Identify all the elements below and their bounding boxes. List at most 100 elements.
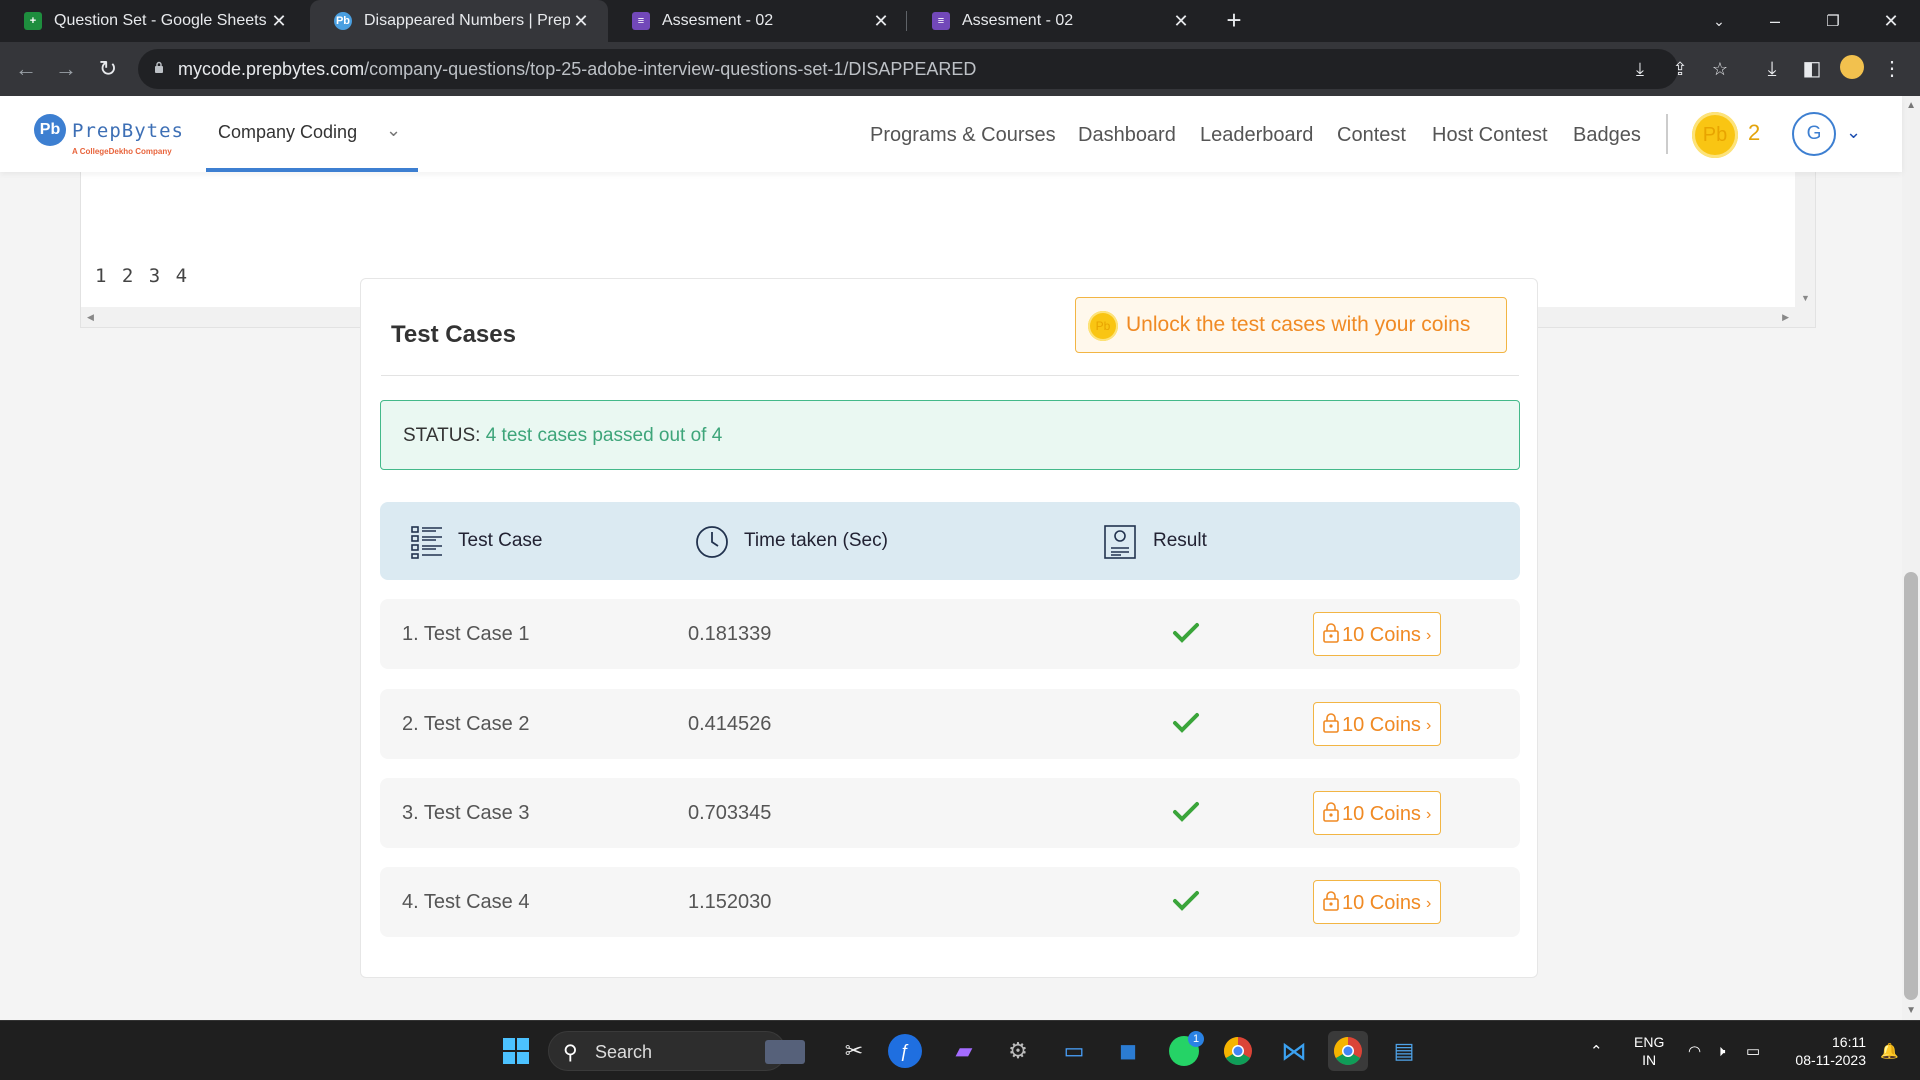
back-icon[interactable]: ← [12, 55, 40, 83]
vscode-icon[interactable]: ⋈ [1274, 1031, 1314, 1071]
scroll-up-icon[interactable]: ▲ [1906, 100, 1916, 111]
chevron-right-icon: › [1426, 717, 1432, 734]
wifi-icon[interactable]: ◠ [1688, 1021, 1701, 1080]
unlock-coins-button[interactable]: 10 Coins › [1313, 702, 1441, 746]
prepbytes-logo-icon[interactable]: Pb [34, 114, 66, 146]
test-case-name: 4. Test Case 4 [402, 891, 530, 913]
coin-icon[interactable]: Pb [1692, 112, 1738, 158]
tab-label: Disappeared Numbers | PrepBytes [364, 12, 570, 29]
window-close-icon[interactable]: ✕ [1868, 0, 1914, 42]
header-result: Result [1153, 530, 1207, 551]
show-hidden-icons-icon[interactable]: ⌃ [1590, 1021, 1603, 1080]
scrollbar-thumb[interactable] [1904, 572, 1918, 1000]
url-host: mycode.prepbytes.com [178, 59, 365, 79]
side-panel-icon[interactable]: ◧ [1798, 55, 1826, 83]
unlock-test-cases-button[interactable]: Pb Unlock the test cases with your coins [1075, 297, 1507, 353]
minimize-icon[interactable]: – [1752, 0, 1798, 42]
notification-bell-icon[interactable]: 🔔 [1880, 1021, 1899, 1080]
unlock-coins-button[interactable]: 10 Coins › [1313, 791, 1441, 835]
coins-label: 10 Coins [1342, 624, 1421, 646]
share-icon[interactable]: ⇪ [1670, 59, 1690, 79]
tab-question-set[interactable]: + Question Set - Google Sheets ✕ [0, 0, 306, 42]
install-app-icon[interactable]: ⤓ [1630, 59, 1650, 79]
coin-icon: Pb [1088, 311, 1118, 341]
tab-assesment-2[interactable]: ≡ Assesment - 02 ✕ [908, 0, 1208, 42]
close-icon[interactable]: ✕ [570, 11, 592, 32]
close-icon[interactable]: ✕ [870, 11, 892, 32]
battery-icon[interactable]: ▭ [1746, 1021, 1760, 1080]
snipping-tool-icon[interactable]: ✂ [834, 1031, 874, 1071]
unlock-coins-button[interactable]: 10 Coins › [1313, 880, 1441, 924]
header-time-taken: Time taken (Sec) [744, 530, 888, 551]
url-text: mycode.prepbytes.com/company-questions/t… [178, 59, 976, 80]
bookmark-star-icon[interactable]: ☆ [1710, 59, 1730, 79]
tab-label: Question Set - Google Sheets [54, 12, 267, 29]
reload-icon[interactable]: ↻ [94, 55, 122, 83]
clipchamp-icon[interactable]: ▰ [944, 1031, 984, 1071]
speaker-muted-icon[interactable]: 🕨 [1716, 1021, 1725, 1080]
chrome-icon[interactable] [1218, 1031, 1258, 1071]
search-icon: ⚲ [563, 1042, 578, 1064]
logo-text[interactable]: PrepBytes [72, 120, 184, 142]
company-coding-label: Company Coding [218, 122, 358, 142]
chevron-down-icon[interactable]: ⌄ [1846, 122, 1861, 143]
chrome-profile-icon[interactable] [1328, 1031, 1368, 1071]
nav-contest[interactable]: Contest [1337, 124, 1406, 147]
clock-date: 08-11-2023 [1795, 1052, 1866, 1068]
test-case-time: 0.703345 [688, 802, 772, 824]
tab-search-icon[interactable]: ⌄ [1696, 0, 1742, 42]
company-coding-dropdown[interactable]: Company Coding ⌄ [206, 96, 418, 172]
divider [381, 375, 1519, 376]
store-icon[interactable]: ◼ [1108, 1031, 1148, 1071]
whatsapp-icon[interactable]: 1 [1164, 1031, 1204, 1071]
output-text: 1 2 3 4 [95, 265, 190, 287]
tab-assesment-1[interactable]: ≡ Assesment - 02 ✕ [608, 0, 908, 42]
remote-desktop-icon[interactable]: ▭ [1054, 1031, 1094, 1071]
avatar[interactable]: G [1792, 112, 1836, 156]
nav-leaderboard[interactable]: Leaderboard [1200, 124, 1313, 147]
settings-gear-icon[interactable]: ⚙ [998, 1031, 1038, 1071]
header-test-case: Test Case [458, 530, 543, 551]
address-bar[interactable]: mycode.prepbytes.com/company-questions/t… [138, 49, 1728, 89]
test-case-time: 0.414526 [688, 713, 772, 735]
scroll-down-icon[interactable]: ▼ [1906, 1005, 1916, 1016]
nav-dashboard[interactable]: Dashboard [1078, 124, 1176, 147]
language-code: ENG [1634, 1034, 1665, 1050]
clock[interactable]: 16:11 08-11-2023 [1786, 1021, 1866, 1080]
language-indicator[interactable]: ENG IN [1634, 1021, 1664, 1080]
test-case-time: 1.152030 [688, 891, 772, 913]
unlock-coins-button[interactable]: 10 Coins › [1313, 612, 1441, 656]
taskbar-search-box[interactable]: ⚲ Search [548, 1031, 805, 1071]
close-icon[interactable]: ✕ [1170, 11, 1192, 32]
profile-icon[interactable] [1838, 55, 1866, 83]
page-scrollbar[interactable]: ▲ ▼ [1902, 96, 1920, 1020]
nav-programs-courses[interactable]: Programs & Courses [870, 124, 1056, 147]
output-vertical-scrollbar[interactable]: ▼ [1795, 157, 1815, 307]
test-case-row: 2. Test Case 2 0.414526 10 Coins › [380, 689, 1520, 759]
new-tab-button[interactable]: + [1220, 6, 1248, 34]
notepad-icon[interactable]: ▤ [1384, 1031, 1424, 1071]
more-menu-icon[interactable]: ⋮ [1878, 55, 1906, 83]
chevron-down-icon: ⌄ [386, 120, 402, 140]
browser-tab-bar: + Question Set - Google Sheets ✕ Pb Disa… [0, 0, 1920, 42]
test-cases-card: Test Cases Pb Unlock the test cases with… [360, 278, 1538, 978]
lock-icon [1323, 713, 1339, 733]
test-case-name: 3. Test Case 3 [402, 802, 530, 824]
downloads-icon[interactable]: ⤓ [1758, 55, 1786, 83]
test-cases-table-header: Test Case Time taken (Sec) Result [380, 502, 1520, 580]
result-document-icon [1104, 525, 1136, 559]
status-banner: STATUS: 4 test cases passed out of 4 [380, 400, 1520, 470]
windows-start-icon[interactable] [496, 1031, 536, 1071]
header-divider [1666, 114, 1668, 154]
logo-subtitle: A CollegeDekho Company [72, 147, 172, 156]
tab-disappeared-numbers[interactable]: Pb Disappeared Numbers | PrepBytes ✕ [310, 0, 608, 42]
app-icon[interactable]: ƒ [888, 1034, 922, 1068]
sheets-icon: + [24, 12, 42, 30]
unlock-label: Unlock the test cases with your coins [1126, 313, 1471, 336]
forward-icon[interactable]: → [52, 55, 80, 83]
close-icon[interactable]: ✕ [268, 11, 290, 32]
nav-badges[interactable]: Badges [1573, 124, 1641, 147]
coin-count: 2 [1748, 120, 1761, 145]
nav-host-contest[interactable]: Host Contest [1432, 124, 1548, 147]
restore-icon[interactable]: ❐ [1810, 0, 1856, 42]
